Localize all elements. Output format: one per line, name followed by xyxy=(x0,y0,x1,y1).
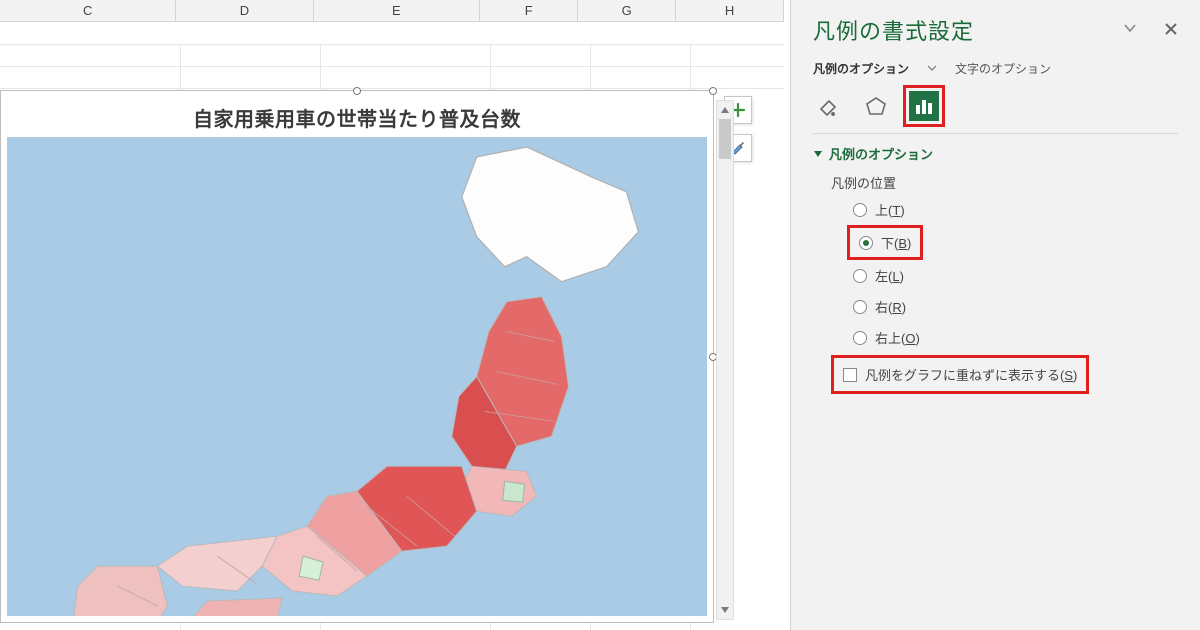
radio-hotkey: L xyxy=(892,269,899,284)
effects-icon[interactable] xyxy=(861,91,891,121)
pane-title: 凡例の書式設定 xyxy=(813,14,974,46)
checkbox-label: 凡例をグラフに重ねずに表示する xyxy=(865,368,1060,383)
region-tokyo xyxy=(503,481,525,502)
radio-hotkey: B xyxy=(898,236,907,251)
resize-handle-top[interactable] xyxy=(353,87,361,95)
col-header-f[interactable]: F xyxy=(480,0,578,22)
map-plot-area[interactable] xyxy=(7,137,707,616)
radio-label: 右上 xyxy=(875,331,901,346)
fill-line-icon[interactable] xyxy=(813,91,843,121)
col-header-g[interactable]: G xyxy=(578,0,676,22)
legend-position-label: 凡例の位置 xyxy=(831,173,1178,192)
radio-position-right[interactable]: 右(R) xyxy=(853,297,1178,316)
legend-position-radio-group: 上(T) 下(B) 左(L) 右(R) 右上(O) xyxy=(853,200,1178,347)
checkbox-icon xyxy=(843,368,857,382)
region-kyushu xyxy=(73,566,168,616)
region-chugoku xyxy=(157,536,277,591)
region-shikoku xyxy=(192,598,282,616)
radio-label: 下 xyxy=(881,236,894,251)
radio-label: 上 xyxy=(875,203,888,218)
resize-handle-top-right[interactable] xyxy=(709,87,717,95)
col-header-e[interactable]: E xyxy=(314,0,481,22)
chart-object[interactable]: 自家用乗用車の世帯当たり普及台数 xyxy=(0,90,714,623)
col-header-h[interactable]: H xyxy=(676,0,784,22)
legend-options-icon[interactable] xyxy=(909,91,939,121)
radio-icon xyxy=(853,300,867,314)
tab-legend-options[interactable]: 凡例のオプション xyxy=(813,60,909,77)
collapse-triangle-icon xyxy=(813,149,823,159)
radio-label: 右 xyxy=(875,300,888,315)
radio-icon xyxy=(853,203,867,217)
radio-label: 左 xyxy=(875,269,888,284)
tab-dropdown-icon[interactable] xyxy=(927,62,937,76)
radio-hotkey: R xyxy=(892,300,901,315)
col-header-c[interactable]: C xyxy=(0,0,176,22)
radio-icon xyxy=(853,269,867,283)
pane-close-icon[interactable] xyxy=(1164,22,1178,39)
pane-tab-row: 凡例のオプション 文字のオプション xyxy=(813,60,1178,77)
section-header-legend-options[interactable]: 凡例のオプション xyxy=(813,144,1178,163)
tab-text-options[interactable]: 文字のオプション xyxy=(955,60,1051,77)
pane-category-icons xyxy=(813,91,1178,121)
checkbox-legend-no-overlap[interactable]: 凡例をグラフに重ねずに表示する(S) xyxy=(837,361,1083,388)
checkbox-hotkey: S xyxy=(1064,368,1073,383)
column-headers: C D E F G H xyxy=(0,0,784,22)
radio-position-top[interactable]: 上(T) xyxy=(853,200,1178,219)
scrollbar-track[interactable] xyxy=(717,119,733,601)
col-header-d[interactable]: D xyxy=(176,0,313,22)
region-hokkaido xyxy=(462,147,639,282)
format-legend-pane: 凡例の書式設定 凡例のオプション 文字のオプション 凡例のオプション xyxy=(790,0,1200,630)
pane-options-dropdown-icon[interactable] xyxy=(1124,22,1136,39)
radio-position-topright[interactable]: 右上(O) xyxy=(853,328,1178,347)
radio-hotkey: T xyxy=(892,203,900,218)
radio-icon xyxy=(853,331,867,345)
chart-title[interactable]: 自家用乗用車の世帯当たり普及台数 xyxy=(1,103,713,132)
radio-icon xyxy=(859,236,873,250)
radio-position-bottom[interactable]: 下(B) xyxy=(853,231,917,254)
radio-hotkey: O xyxy=(905,331,915,346)
scrollbar-down-arrow-icon[interactable] xyxy=(717,601,733,619)
scrollbar-thumb[interactable] xyxy=(719,119,731,159)
section-header-label: 凡例のオプション xyxy=(829,144,933,163)
worksheet-area[interactable]: C D E F G H 自家用乗用車の世帯当たり普及台数 xyxy=(0,0,784,630)
scrollbar-up-arrow-icon[interactable] xyxy=(717,101,733,119)
radio-position-left[interactable]: 左(L) xyxy=(853,266,1178,285)
japan-map-svg xyxy=(7,137,707,616)
worksheet-vertical-scrollbar[interactable] xyxy=(716,100,734,620)
